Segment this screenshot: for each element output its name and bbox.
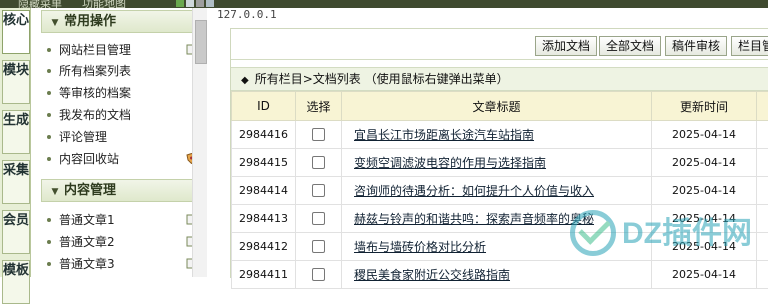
collapse-arrow-icon: ▼ <box>46 13 64 34</box>
bullet-icon <box>47 262 51 266</box>
table-row[interactable]: 2984415 变频空调滤波电容的作用与选择指南 2025-04-14 <box>232 149 768 177</box>
row-checkbox[interactable] <box>312 212 325 225</box>
tab-generate[interactable]: 生成 <box>2 110 30 154</box>
tab-members[interactable]: 会员 <box>2 210 30 254</box>
list-caption: ◆所有栏目>文档列表 （使用鼠标右键弹出菜单） <box>231 67 768 91</box>
scrollbar-thumb[interactable] <box>195 20 207 64</box>
row-id: 2984414 <box>232 177 296 205</box>
server-ip: 127.0.0.1 <box>217 8 277 21</box>
column-header-id[interactable]: ID <box>232 92 296 121</box>
row-select-cell <box>296 261 342 289</box>
side-menu: ▼常用操作 网站栏目管理 所有档案列表 等审核的档案 我发布的文档 评论管理 内… <box>31 8 193 277</box>
watermark-text: DZ插件网 <box>622 208 752 252</box>
column-header-select[interactable]: 选择 <box>296 92 342 121</box>
row-id: 2984415 <box>232 149 296 177</box>
row-checkbox[interactable] <box>312 184 325 197</box>
row-title-link[interactable]: 墙布与墙砖价格对比分析 <box>354 240 486 254</box>
row-checkbox[interactable] <box>312 128 325 141</box>
tab-collect[interactable]: 采集 <box>2 160 30 204</box>
row-select-cell <box>296 177 342 205</box>
row-title-link[interactable]: 宜昌长江市场距离长途汽车站指南 <box>354 128 534 142</box>
tab-templates[interactable]: 模板 <box>2 260 30 304</box>
skin-swatch-1[interactable] <box>176 0 184 7</box>
table-row[interactable]: 2984416 宜昌长江市场距离长途汽车站指南 2025-04-14 <box>232 121 768 149</box>
row-title-cell: 宜昌长江市场距离长途汽车站指南 <box>342 121 652 149</box>
row-date: 2025-04-14 <box>652 149 757 177</box>
row-title-link[interactable]: 稷民美食家附近公交线路指南 <box>354 268 510 282</box>
bullet-icon <box>47 48 51 52</box>
collapse-arrow-icon: ▼ <box>46 182 64 203</box>
bullet-icon <box>47 218 51 222</box>
vertical-tab-bar: 核心 模块 生成 采集 会员 模板 <box>0 8 31 277</box>
table-header-row: ID 选择 文章标题 更新时间 <box>232 92 768 121</box>
row-title-link[interactable]: 赫兹与铃声的和谐共鸣：探索声音频率的奥秘 <box>354 212 594 226</box>
row-date: 2025-04-14 <box>652 177 757 205</box>
row-checkbox[interactable] <box>312 240 325 253</box>
row-id: 2984412 <box>232 233 296 261</box>
row-id: 2984416 <box>232 121 296 149</box>
add-document-button[interactable]: 添加文档 <box>535 36 597 56</box>
top-bar: 隐藏菜单 功能地图 <box>0 0 768 8</box>
row-id: 2984411 <box>232 261 296 289</box>
bullet-icon <box>47 113 51 117</box>
row-title-link[interactable]: 咨询师的待遇分析：如何提升个人价值与收入 <box>354 184 594 198</box>
row-checkbox[interactable] <box>312 156 325 169</box>
row-select-cell <box>296 149 342 177</box>
watermark-logo: DZ插件网 <box>570 206 768 266</box>
skin-swatch-3[interactable] <box>196 0 204 7</box>
menu-item-article-2[interactable]: 普通文章2 <box>47 232 197 252</box>
menu-scrollbar[interactable] <box>192 8 208 277</box>
diamond-icon: ◆ <box>241 70 249 92</box>
column-header-extra <box>757 92 768 121</box>
menu-group-common[interactable]: ▼常用操作 <box>41 10 213 33</box>
row-extra <box>757 149 768 177</box>
menu-item-my-documents[interactable]: 我发布的文档 <box>47 105 197 125</box>
menu-item-column-manage[interactable]: 网站栏目管理 <box>47 40 197 60</box>
menu-item-all-archives[interactable]: 所有档案列表 <box>47 61 197 81</box>
toolbar: 添加文档 全部文档 稿件审核 栏目管 <box>231 29 768 60</box>
row-extra <box>757 121 768 149</box>
bullet-icon <box>47 91 51 95</box>
row-date: 2025-04-14 <box>652 121 757 149</box>
tab-core[interactable]: 核心 <box>2 10 30 54</box>
column-manage-button[interactable]: 栏目管 <box>731 36 768 56</box>
row-select-cell <box>296 205 342 233</box>
skin-swatch-4[interactable] <box>206 0 214 7</box>
review-button[interactable]: 稿件审核 <box>665 36 727 56</box>
bullet-icon <box>47 157 51 161</box>
menu-item-article-3[interactable]: 普通文章3 <box>47 254 197 274</box>
bullet-icon <box>47 69 51 73</box>
row-title-cell: 咨询师的待遇分析：如何提升个人价值与收入 <box>342 177 652 205</box>
column-header-updated[interactable]: 更新时间 <box>652 92 757 121</box>
column-header-title[interactable]: 文章标题 <box>342 92 652 121</box>
row-extra <box>757 177 768 205</box>
menu-group-content[interactable]: ▼内容管理 <box>41 179 213 202</box>
menu-item-comments[interactable]: 评论管理 <box>47 127 197 147</box>
bullet-icon <box>47 135 51 139</box>
menu-item-article-1[interactable]: 普通文章1 <box>47 210 197 230</box>
row-checkbox[interactable] <box>312 268 325 281</box>
table-row[interactable]: 2984414 咨询师的待遇分析：如何提升个人价值与收入 2025-04-14 <box>232 177 768 205</box>
menu-item-recycle-bin[interactable]: 内容回收站 <box>47 149 197 169</box>
skin-swatch-2[interactable] <box>186 0 194 7</box>
all-documents-button[interactable]: 全部文档 <box>599 36 661 56</box>
row-id: 2984413 <box>232 205 296 233</box>
menu-item-pending-archives[interactable]: 等审核的档案 <box>47 83 197 103</box>
bullet-icon <box>47 240 51 244</box>
row-title-cell: 变频空调滤波电容的作用与选择指南 <box>342 149 652 177</box>
row-select-cell <box>296 233 342 261</box>
tab-modules[interactable]: 模块 <box>2 60 30 104</box>
row-title-link[interactable]: 变频空调滤波电容的作用与选择指南 <box>354 156 546 170</box>
row-select-cell <box>296 121 342 149</box>
